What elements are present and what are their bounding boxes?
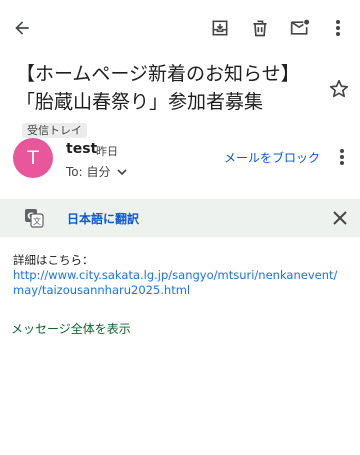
svg-text:文: 文 [33, 216, 41, 226]
subject-text: 【ホームページ新着のお知らせ】「胎蔵山春祭り」参加者募集 [16, 63, 300, 113]
sender-more-button[interactable] [332, 146, 352, 168]
email-date: 昨日 [96, 145, 118, 158]
recipient-toggle[interactable]: To: 自分 [66, 163, 127, 180]
mark-unread-button[interactable] [286, 14, 314, 42]
more-vert-icon [335, 18, 341, 38]
top-toolbar [0, 0, 360, 56]
trash-icon [250, 18, 270, 38]
email-body: 詳細はこちら： http://www.city.sakata.lg.jp/san… [13, 253, 343, 298]
star-outline-icon [328, 79, 350, 104]
translate-bar: G 文 日本語に翻訳 [0, 199, 360, 237]
email-subject: 【ホームページ新着のお知らせ】「胎蔵山春祭り」参加者募集受信トレイ [16, 60, 321, 144]
recipient-text: To: 自分 [66, 165, 111, 179]
sender-avatar[interactable]: T [13, 138, 53, 178]
back-button[interactable] [8, 14, 36, 42]
more-vert-icon [332, 149, 352, 172]
show-entire-message-link[interactable]: メッセージ全体を表示 [11, 320, 131, 337]
email-view: 【ホームページ新着のお知らせ】「胎蔵山春祭り」参加者募集受信トレイ T test… [0, 0, 360, 455]
translate-button[interactable]: 日本語に翻訳 [67, 210, 139, 227]
more-options-button[interactable] [324, 14, 352, 42]
archive-icon [210, 18, 230, 38]
chevron-down-icon [111, 165, 127, 179]
star-button[interactable] [328, 78, 352, 102]
mail-unread-icon [289, 18, 311, 38]
archive-button[interactable] [206, 14, 234, 42]
block-sender-button[interactable]: メールをブロック [224, 149, 320, 166]
close-translate-button[interactable] [332, 210, 348, 226]
sender-name: test [66, 141, 98, 157]
delete-button[interactable] [246, 14, 274, 42]
inbox-label-chip[interactable]: 受信トレイ [22, 123, 87, 138]
event-link[interactable]: http://www.city.sakata.lg.jp/sangyo/mtsu… [13, 268, 343, 298]
arrow-left-icon [12, 18, 32, 38]
translate-icon: G 文 [24, 208, 44, 228]
close-icon [332, 211, 348, 230]
body-intro: 詳細はこちら： [13, 253, 94, 267]
